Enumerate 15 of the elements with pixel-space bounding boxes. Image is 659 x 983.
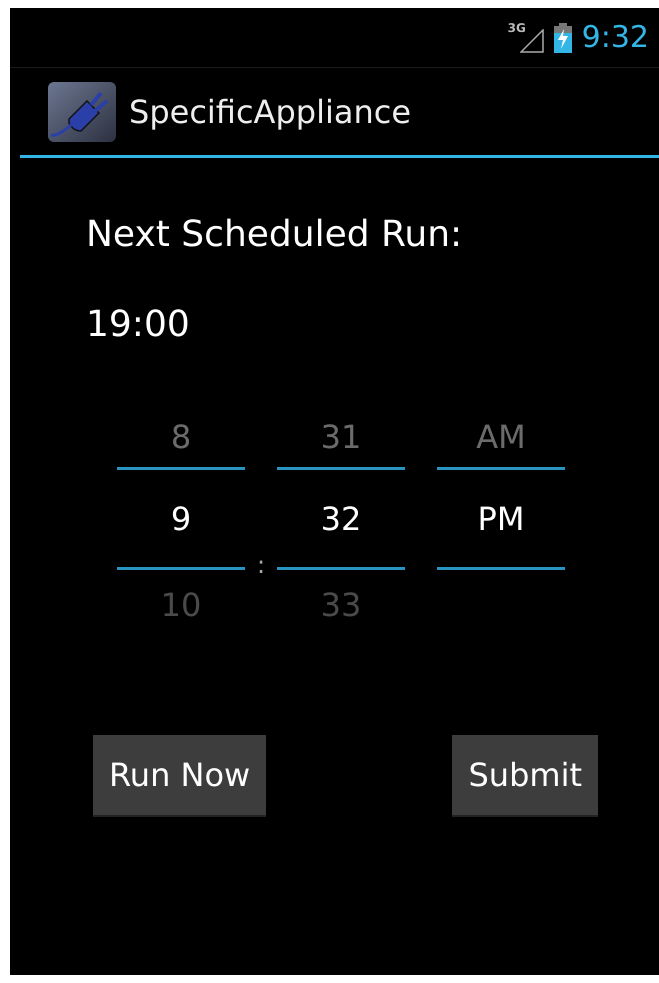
picker-value-field[interactable]: 32 [320,494,362,542]
time-separator: : [256,550,266,581]
battery-charging-icon [554,22,572,52]
picker-value-field[interactable]: 9 [170,494,192,542]
picker-value-field[interactable]: PM [478,494,524,542]
submit-button[interactable]: Submit [452,735,598,815]
heading: Next Scheduled Run: [86,213,464,257]
plug-icon [47,80,117,142]
picker-value[interactable]: AM [476,413,526,461]
status-time: 9:32 [582,19,649,57]
app-title: SpecificAppliance [129,92,412,132]
picker-value[interactable]: 8 [170,413,192,461]
scheduled-time: 19:00 [86,303,191,347]
run-now-button[interactable]: Run Now [93,735,266,815]
picker-value[interactable]: 31 [320,413,362,461]
